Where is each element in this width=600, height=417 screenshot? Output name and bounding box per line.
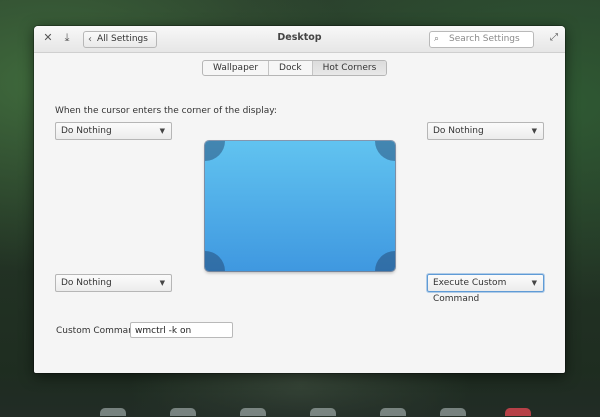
dock-item[interactable] (240, 408, 266, 416)
chevron-down-icon: ▼ (159, 279, 165, 287)
bottom-left-corner-indicator (205, 251, 225, 271)
custom-command-input[interactable]: wmctrl -k on (130, 322, 233, 338)
dock-item[interactable] (100, 408, 126, 416)
dropdown-value: Do Nothing (61, 126, 112, 136)
dock-item[interactable] (170, 408, 196, 416)
settings-window: ✕ ⤓ ‹ All Settings Desktop ⌕ Search Sett… (34, 26, 565, 373)
dropdown-value: Execute Custom Command (433, 278, 507, 304)
hot-corners-prompt: When the cursor enters the corner of the… (55, 106, 277, 116)
tab-bar: Wallpaper Dock Hot Corners (202, 60, 388, 76)
dock-item[interactable] (380, 408, 406, 416)
dock (0, 407, 600, 417)
bottom-left-corner-dropdown[interactable]: Do Nothing ▼ (55, 274, 172, 292)
chevron-down-icon: ▼ (531, 127, 537, 135)
tab-hot-corners[interactable]: Hot Corners (312, 61, 387, 75)
dock-item[interactable] (505, 408, 531, 416)
dock-item[interactable] (310, 408, 336, 416)
bottom-right-corner-indicator (375, 251, 395, 271)
tab-dock[interactable]: Dock (269, 61, 313, 75)
chevron-down-icon: ▼ (531, 279, 537, 287)
search-input[interactable]: ⌕ Search Settings (429, 31, 534, 48)
search-placeholder: Search Settings (449, 34, 520, 44)
top-left-corner-dropdown[interactable]: Do Nothing ▼ (55, 122, 172, 140)
bottom-right-corner-dropdown[interactable]: Execute Custom Command ▼ (427, 274, 544, 304)
dropdown-value: Do Nothing (61, 278, 112, 288)
top-right-corner-dropdown[interactable]: Do Nothing ▼ (427, 122, 544, 140)
dropdown-value: Do Nothing (433, 126, 484, 136)
search-icon: ⌕ (434, 34, 440, 44)
top-left-corner-indicator (205, 141, 225, 161)
display-preview (205, 141, 395, 271)
top-right-corner-indicator (375, 141, 395, 161)
titlebar: ✕ ⤓ ‹ All Settings Desktop ⌕ Search Sett… (34, 26, 565, 53)
dock-item[interactable] (440, 408, 466, 416)
maximize-icon[interactable]: ⤢ (547, 31, 561, 45)
tab-wallpaper[interactable]: Wallpaper (203, 61, 270, 75)
chevron-down-icon: ▼ (159, 127, 165, 135)
